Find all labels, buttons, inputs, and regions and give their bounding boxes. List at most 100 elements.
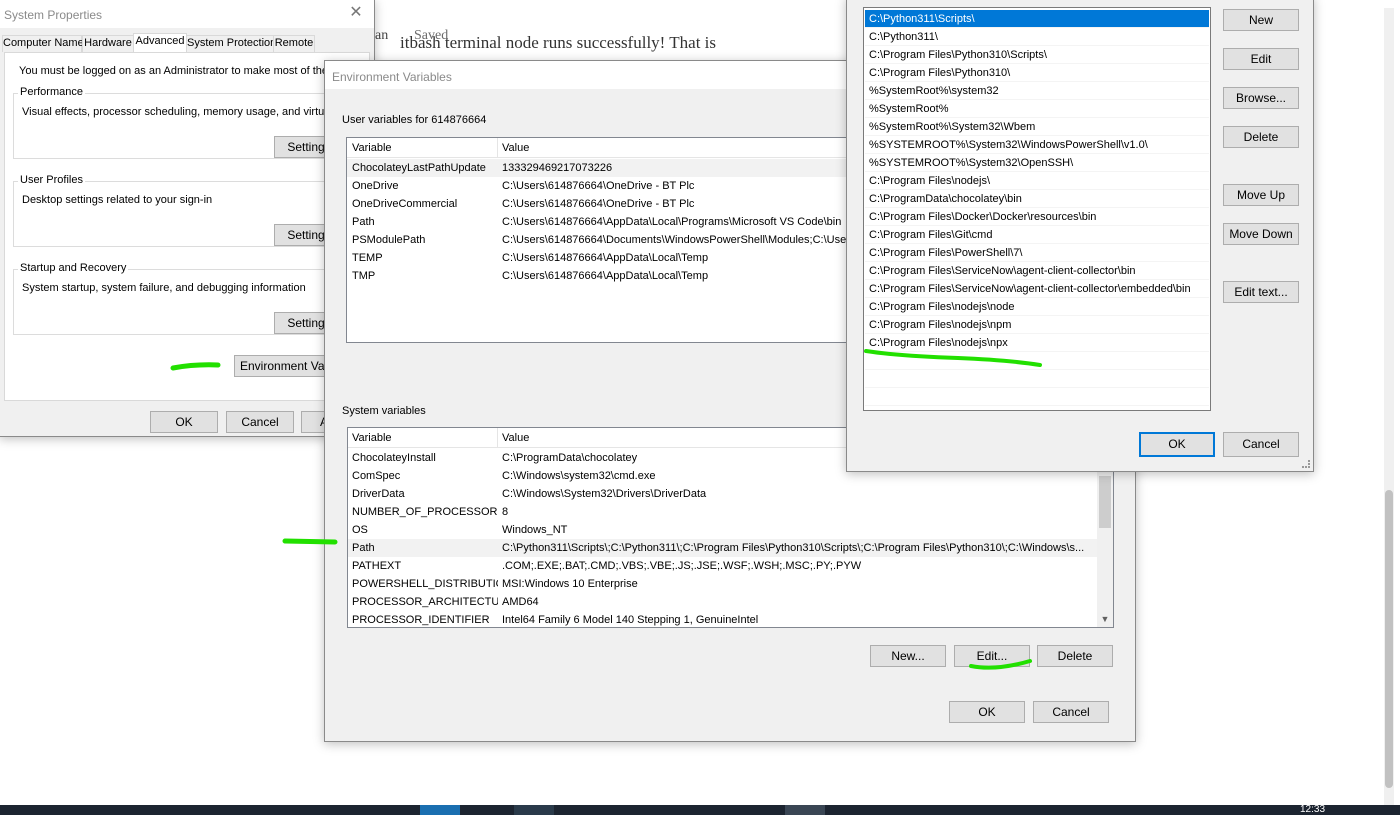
column-variable[interactable]: Variable [352, 432, 392, 444]
path-entry[interactable]: C:\Python311\Scripts\ [865, 10, 1209, 28]
variable-value: C:\Users\614876664\AppData\Local\Program… [502, 216, 842, 228]
path-entry[interactable]: C:\Program Files\Python310\ [865, 64, 1209, 82]
cancel-button[interactable]: Cancel [1033, 701, 1109, 723]
cancel-button[interactable]: Cancel [226, 411, 294, 433]
variable-value: .COM;.EXE;.BAT;.CMD;.VBS;.VBE;.JS;.JSE;.… [502, 560, 862, 572]
path-entry[interactable]: %SYSTEMROOT%\System32\WindowsPowerShell\… [865, 136, 1209, 154]
path-entry[interactable]: %SystemRoot% [865, 100, 1209, 118]
variable-name: DriverData [352, 488, 405, 500]
page-scrollbar[interactable] [1384, 8, 1394, 805]
column-variable[interactable]: Variable [352, 142, 392, 154]
edit-path-dialog: C:\Python311\Scripts\ C:\Python311\ C:\P… [846, 0, 1314, 472]
variable-name: PROCESSOR_IDENTIFIER [352, 614, 490, 626]
path-edit-button[interactable]: Edit [1223, 48, 1299, 70]
taskbar-clock[interactable]: 12:33 [1300, 805, 1325, 815]
path-entry-empty[interactable] [865, 388, 1209, 406]
path-entry[interactable]: C:\Program Files\PowerShell\7\ [865, 244, 1209, 262]
path-entry[interactable]: C:\Program Files\nodejs\node [865, 298, 1209, 316]
path-entry[interactable]: C:\Program Files\nodejs\npm [865, 316, 1209, 334]
path-entry-empty[interactable] [865, 370, 1209, 388]
variable-name: OneDrive [352, 180, 399, 192]
cancel-button[interactable]: Cancel [1223, 432, 1299, 457]
path-move-up-button[interactable]: Move Up [1223, 184, 1299, 206]
variable-value: Intel64 Family 6 Model 140 Stepping 1, G… [502, 614, 759, 626]
variable-value: C:\Python311\Scripts\;C:\Python311\;C:\P… [502, 542, 1085, 554]
variable-name: PROCESSOR_ARCHITECTURE [352, 596, 498, 608]
column-value[interactable]: Value [502, 432, 529, 444]
user-profiles-description: Desktop settings related to your sign-in [22, 194, 213, 206]
variable-name: Path [352, 542, 375, 554]
list-item[interactable]: PROCESSOR_IDENTIFIER Intel64 Family 6 Mod… [348, 611, 1113, 627]
column-value[interactable]: Value [502, 142, 529, 154]
path-entry[interactable]: %SystemRoot%\System32\Wbem [865, 118, 1209, 136]
path-move-down-button[interactable]: Move Down [1223, 223, 1299, 245]
variable-value: 8 [502, 506, 509, 518]
taskbar-app-icon[interactable] [514, 805, 554, 815]
ok-button[interactable]: OK [150, 411, 218, 433]
admin-notice: You must be logged on as an Administrato… [19, 65, 361, 77]
path-entry[interactable]: C:\Program Files\Python310\Scripts\ [865, 46, 1209, 64]
ok-button[interactable]: OK [949, 701, 1025, 723]
variable-name: Path [352, 216, 375, 228]
variable-value: C:\Users\614876664\OneDrive - BT Plc [502, 198, 695, 210]
startup-recovery-description: System startup, system failure, and debu… [22, 282, 306, 294]
variable-value: 133329469217073226 [502, 162, 613, 174]
dialog-title: Environment Variables [332, 70, 452, 84]
variable-value: C:\Users\614876664\OneDrive - BT Plc [502, 180, 695, 192]
list-item[interactable]: PATHEXT .COM;.EXE;.BAT;.CMD;.VBS;.VBE;.JS… [348, 557, 1113, 575]
variable-name: PATHEXT [352, 560, 402, 572]
tab-advanced[interactable]: Advanced [133, 33, 187, 53]
ok-button[interactable]: OK [1139, 432, 1215, 457]
list-item[interactable]: OS Windows_NT [348, 521, 1113, 539]
list-item[interactable]: PROCESSOR_ARCHITECTURE AMD64 [348, 593, 1113, 611]
taskbar-app-icon[interactable] [785, 805, 825, 815]
scroll-down-arrow-icon[interactable]: ▼ [1097, 611, 1113, 627]
variable-name: POWERSHELL_DISTRIBUTIO... [352, 578, 498, 590]
variable-value: C:\Windows\System32\Drivers\DriverData [502, 488, 707, 500]
system-variables-label: System variables [342, 405, 426, 417]
delete-variable-button[interactable]: Delete [1037, 645, 1113, 667]
resize-grip-icon[interactable] [1302, 460, 1310, 468]
path-entry[interactable]: %SYSTEMROOT%\System32\OpenSSH\ [865, 154, 1209, 172]
path-new-button[interactable]: New [1223, 9, 1299, 31]
performance-group: Performance Visual effects, processor sc… [13, 86, 367, 159]
variable-name: OneDriveCommercial [352, 198, 458, 210]
path-browse-button[interactable]: Browse... [1223, 87, 1299, 109]
taskbar-app-icon[interactable] [420, 805, 460, 815]
path-entry[interactable]: C:\ProgramData\chocolatey\bin [865, 190, 1209, 208]
list-item[interactable]: DriverData C:\Windows\System32\Drivers\Dr… [348, 485, 1113, 503]
path-entry[interactable]: C:\Program Files\ServiceNow\agent-client… [865, 262, 1209, 280]
scroll-thumb[interactable] [1099, 476, 1111, 528]
page-scroll-thumb[interactable] [1385, 490, 1393, 788]
variable-value: C:\Users\614876664\AppData\Local\Temp [502, 270, 709, 282]
new-variable-button[interactable]: New... [870, 645, 946, 667]
taskbar: 12:33 [0, 805, 1400, 815]
path-delete-button[interactable]: Delete [1223, 126, 1299, 148]
close-icon[interactable]: ✕ [348, 4, 364, 22]
variable-value: C:\Users\614876664\AppData\Local\Temp [502, 252, 709, 264]
performance-label: Performance [18, 86, 85, 98]
tab-system-protection[interactable]: System Protection [186, 35, 276, 52]
green-highlight-mark [282, 538, 338, 545]
tab-hardware[interactable]: Hardware [82, 35, 134, 52]
path-entry[interactable]: %SystemRoot%\system32 [865, 82, 1209, 100]
dialog-title: System Properties [4, 8, 103, 22]
variable-name: ChocolateyLastPathUpdate [352, 162, 486, 174]
performance-description: Visual effects, processor scheduling, me… [22, 106, 361, 118]
tab-computer-name[interactable]: Computer Name [2, 35, 84, 52]
list-item[interactable]: POWERSHELL_DISTRIBUTIO... MSI:Windows 10 … [348, 575, 1113, 593]
green-highlight-mark [170, 362, 221, 371]
variable-name: ChocolateyInstall [352, 452, 436, 464]
tab-remote[interactable]: Remote [273, 35, 315, 52]
path-edit-text-button[interactable]: Edit text... [1223, 281, 1299, 303]
list-item-path[interactable]: Path C:\Python311\Scripts\;C:\Python311\;… [348, 539, 1097, 557]
user-variables-label: User variables for 614876664 [342, 114, 487, 126]
path-entry[interactable]: C:\Program Files\Docker\Docker\resources… [865, 208, 1209, 226]
path-entry[interactable]: C:\Program Files\nodejs\ [865, 172, 1209, 190]
path-entry[interactable]: C:\Program Files\ServiceNow\agent-client… [865, 280, 1209, 298]
path-entry[interactable]: C:\Program Files\Git\cmd [865, 226, 1209, 244]
advanced-tab-panel: You must be logged on as an Administrato… [4, 52, 370, 401]
path-entry[interactable]: C:\Python311\ [865, 28, 1209, 46]
list-item[interactable]: NUMBER_OF_PROCESSORS 8 [348, 503, 1113, 521]
variable-name: TEMP [352, 252, 383, 264]
